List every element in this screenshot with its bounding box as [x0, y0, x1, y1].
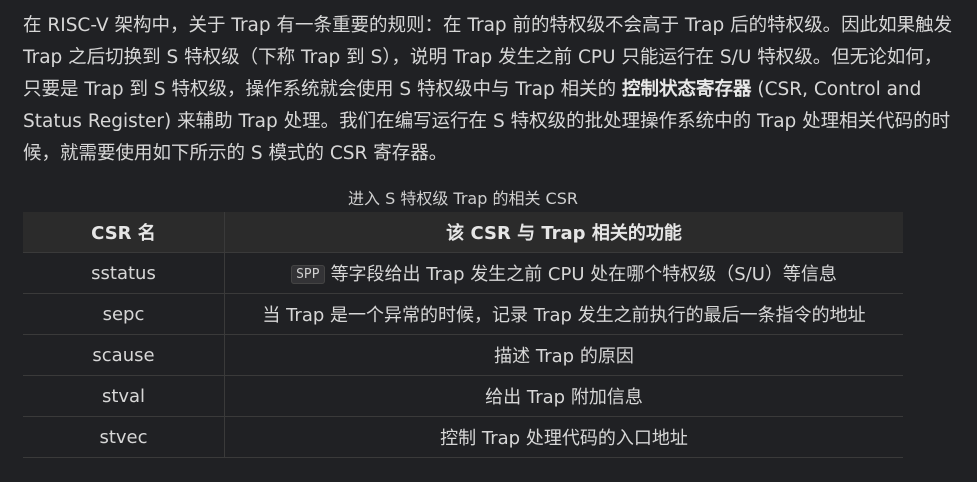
csr-name-cell: scause [23, 334, 225, 376]
csr-desc-cell: 控制 Trap 处理代码的入口地址 [224, 416, 903, 458]
table-row: sstatus SPP 等字段给出 Trap 发生之前 CPU 处在哪个特权级（S… [23, 252, 903, 294]
table-row: stvec 控制 Trap 处理代码的入口地址 [23, 416, 903, 458]
intro-text-bold: 控制状态寄存器 [621, 79, 752, 100]
table-row: scause 描述 Trap 的原因 [23, 334, 903, 376]
header-csr-function: 该 CSR 与 Trap 相关的功能 [224, 212, 903, 253]
csr-desc-cell: 给出 Trap 附加信息 [224, 375, 903, 417]
table-caption: 进入 S 特权级 Trap 的相关 CSR [348, 189, 578, 208]
csr-name-cell: stval [23, 375, 225, 417]
csr-desc-cell: SPP 等字段给出 Trap 发生之前 CPU 处在哪个特权级（S/U）等信息 [224, 252, 903, 294]
table-row: sepc 当 Trap 是一个异常的时候，记录 Trap 发生之前执行的最后一条… [23, 293, 903, 335]
csr-desc-cell: 描述 Trap 的原因 [224, 334, 903, 376]
csr-desc-text: 等字段给出 Trap 发生之前 CPU 处在哪个特权级（S/U）等信息 [330, 264, 837, 285]
csr-name-cell: sepc [23, 293, 225, 335]
csr-name-cell: sstatus [23, 252, 225, 294]
table-header-row: CSR 名 该 CSR 与 Trap 相关的功能 [23, 212, 903, 253]
inline-code: SPP [291, 265, 325, 284]
intro-paragraph: 在 RISC-V 架构中，关于 Trap 有一条重要的规则：在 Trap 前的特… [23, 10, 953, 170]
header-csr-name: CSR 名 [23, 212, 225, 253]
csr-desc-cell: 当 Trap 是一个异常的时候，记录 Trap 发生之前执行的最后一条指令的地址 [224, 293, 903, 335]
table-row: stval 给出 Trap 附加信息 [23, 375, 903, 417]
csr-table: CSR 名 该 CSR 与 Trap 相关的功能 sstatus SPP 等字段给… [23, 212, 903, 458]
csr-name-cell: stvec [23, 416, 225, 458]
